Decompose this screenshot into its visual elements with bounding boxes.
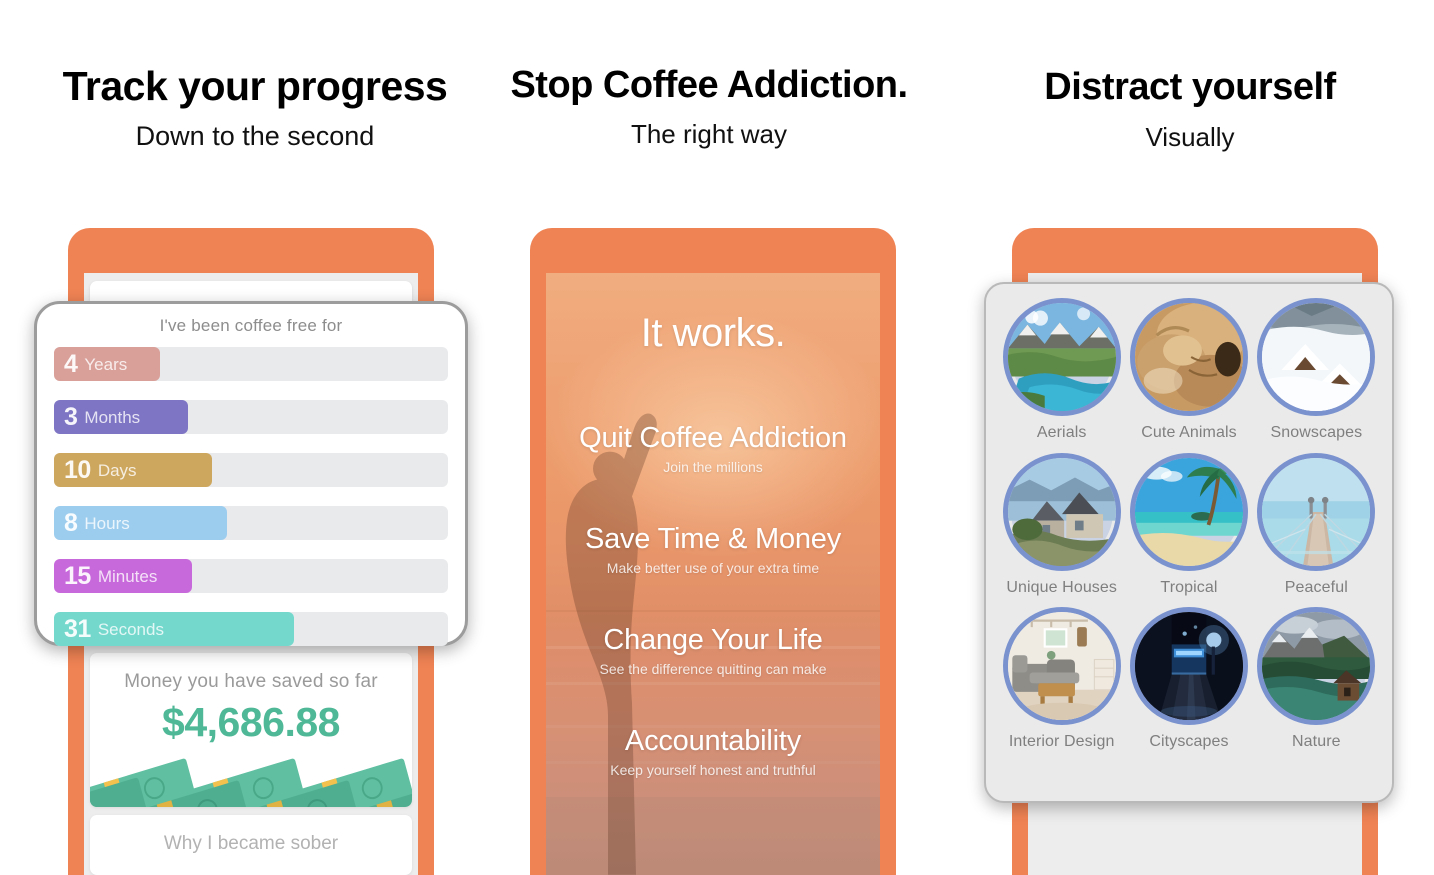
category-thumb [1129,298,1248,416]
money-saved-label: Money you have saved so far [124,671,378,692]
page-subtitle-3: Visually [1145,122,1235,152]
feature-title: Quit Coffee Addiction [579,422,847,454]
progress-value: 31 [64,614,91,643]
feature-item[interactable]: Quit Coffee Addiction Join the millions [546,422,880,475]
category-tile-peaceful[interactable]: Peaceful [1253,452,1380,598]
promo-screenshot: Track your progress Down to the second S… [0,0,1434,875]
phone-2-content: It works. Quit Coffee Addiction Join the… [546,273,880,875]
phone-2-screen: It works. Quit Coffee Addiction Join the… [546,273,880,875]
category-thumb [1129,607,1248,726]
category-tile-tropical[interactable]: Tropical [1125,452,1252,598]
living-room-icon [1007,612,1116,721]
category-tile-interior-design[interactable]: Interior Design [998,607,1125,752]
column-heading-1: Track your progress Down to the second [20,66,490,152]
progress-fill: 10 Days [54,453,212,487]
progress-value: 15 [64,561,91,590]
category-tile-unique-houses[interactable]: Unique Houses [998,452,1125,598]
category-thumb [1002,298,1121,416]
category-thumb [1257,607,1376,726]
progress-value: 10 [64,455,91,484]
progress-value: 4 [64,349,78,378]
progress-value: 3 [64,402,78,431]
lion-cub-icon [1134,303,1243,411]
progress-row-minutes[interactable]: 15 Minutes [54,559,448,593]
progress-row-months[interactable]: 3 Months [54,400,448,434]
progress-unit: Days [97,460,137,480]
progress-unit: Minutes [97,566,158,586]
page-title-1: Track your progress [62,63,448,109]
category-tile-nature[interactable]: Nature [1253,607,1380,752]
progress-overlay-title: I've been coffee free for [159,316,343,335]
why-i-became-sober-card[interactable]: Why I became sober [90,815,412,875]
category-thumb [1002,607,1121,726]
column-heading-2: Stop Coffee Addiction. The right way [487,66,931,150]
category-label: Tropical [1160,578,1218,596]
lake-house-icon [1007,457,1116,566]
feature-item[interactable]: Save Time & Money Make better use of you… [546,523,880,576]
category-tile-cute-animals[interactable]: Cute Animals [1125,298,1252,443]
category-label: Aerials [1036,424,1087,441]
progress-fill: 3 Months [54,400,188,434]
page-subtitle-2: The right way [630,119,788,149]
category-thumb [1257,452,1376,571]
category-thumb [1257,298,1376,416]
progress-row-seconds[interactable]: 31 Seconds [54,612,448,646]
category-label: Interior Design [1008,733,1115,751]
progress-unit: Seconds [97,619,164,639]
feature-title: Accountability [624,725,802,757]
category-tile-snowscapes[interactable]: Snowscapes [1253,298,1380,443]
night-street-icon [1134,612,1243,721]
column-heading-3: Distract yourself Visually [960,68,1420,153]
feature-subtitle: See the difference quitting can make [599,661,827,677]
progress-row-days[interactable]: 10 Days [54,453,448,487]
feature-list: Quit Coffee Addiction Join the millions … [546,422,880,778]
feature-item[interactable]: Accountability Keep yourself honest and … [546,725,880,778]
page-subtitle-1: Down to the second [135,121,375,151]
palm-beach-icon [1134,457,1243,566]
progress-unit: Months [84,407,141,427]
category-label: Nature [1292,733,1341,751]
distract-overlay-card: Aerials Cute Animals Snowscapes Unique H… [984,282,1394,803]
progress-unit: Hours [84,513,130,533]
it-works-headline: It works. [640,311,786,355]
category-thumb [1002,452,1121,571]
mountain-lake-icon [1007,303,1116,411]
category-grid: Aerials Cute Animals Snowscapes Unique H… [998,298,1380,787]
feature-title: Save Time & Money [584,523,842,555]
category-label: Cute Animals [1141,424,1237,441]
snow-cabins-icon [1262,303,1371,411]
progress-row-years[interactable]: 4 Years [54,347,448,381]
progress-fill: 31 Seconds [54,612,295,646]
category-tile-aerials[interactable]: Aerials [998,298,1125,443]
phone-mockup-itworks: It works. Quit Coffee Addiction Join the… [530,228,896,875]
feature-item[interactable]: Change Your Life See the difference quit… [546,624,880,677]
progress-value: 8 [64,508,78,537]
category-label: Cityscapes [1149,733,1229,751]
pier-icon [1262,457,1371,566]
category-label: Unique Houses [1006,578,1118,596]
feature-title: Change Your Life [603,624,823,656]
category-thumb [1129,452,1248,571]
feature-subtitle: Join the millions [663,459,763,475]
progress-row-hours[interactable]: 8 Hours [54,506,448,540]
category-label: Peaceful [1284,578,1348,596]
feature-subtitle: Keep yourself honest and truthful [610,762,816,778]
money-saved-card: Money you have saved so far $4,686.88 [90,653,412,807]
category-label: Snowscapes [1270,424,1363,441]
progress-fill: 15 Minutes [54,559,192,593]
mountain-cabin-icon [1262,612,1371,721]
progress-fill: 4 Years [54,347,161,381]
page-title-2: Stop Coffee Addiction. [510,64,908,106]
progress-overlay-card: I've been coffee free for 4 Years 3 Mont… [34,301,468,646]
progress-fill: 8 Hours [54,506,228,540]
money-saved-amount: $4,686.88 [162,699,340,745]
banknotes-illustration [90,752,412,807]
feature-subtitle: Make better use of your extra time [606,560,820,576]
progress-unit: Years [84,354,128,374]
category-tile-cityscapes[interactable]: Cityscapes [1125,607,1252,752]
page-title-3: Distract yourself [1044,66,1336,108]
